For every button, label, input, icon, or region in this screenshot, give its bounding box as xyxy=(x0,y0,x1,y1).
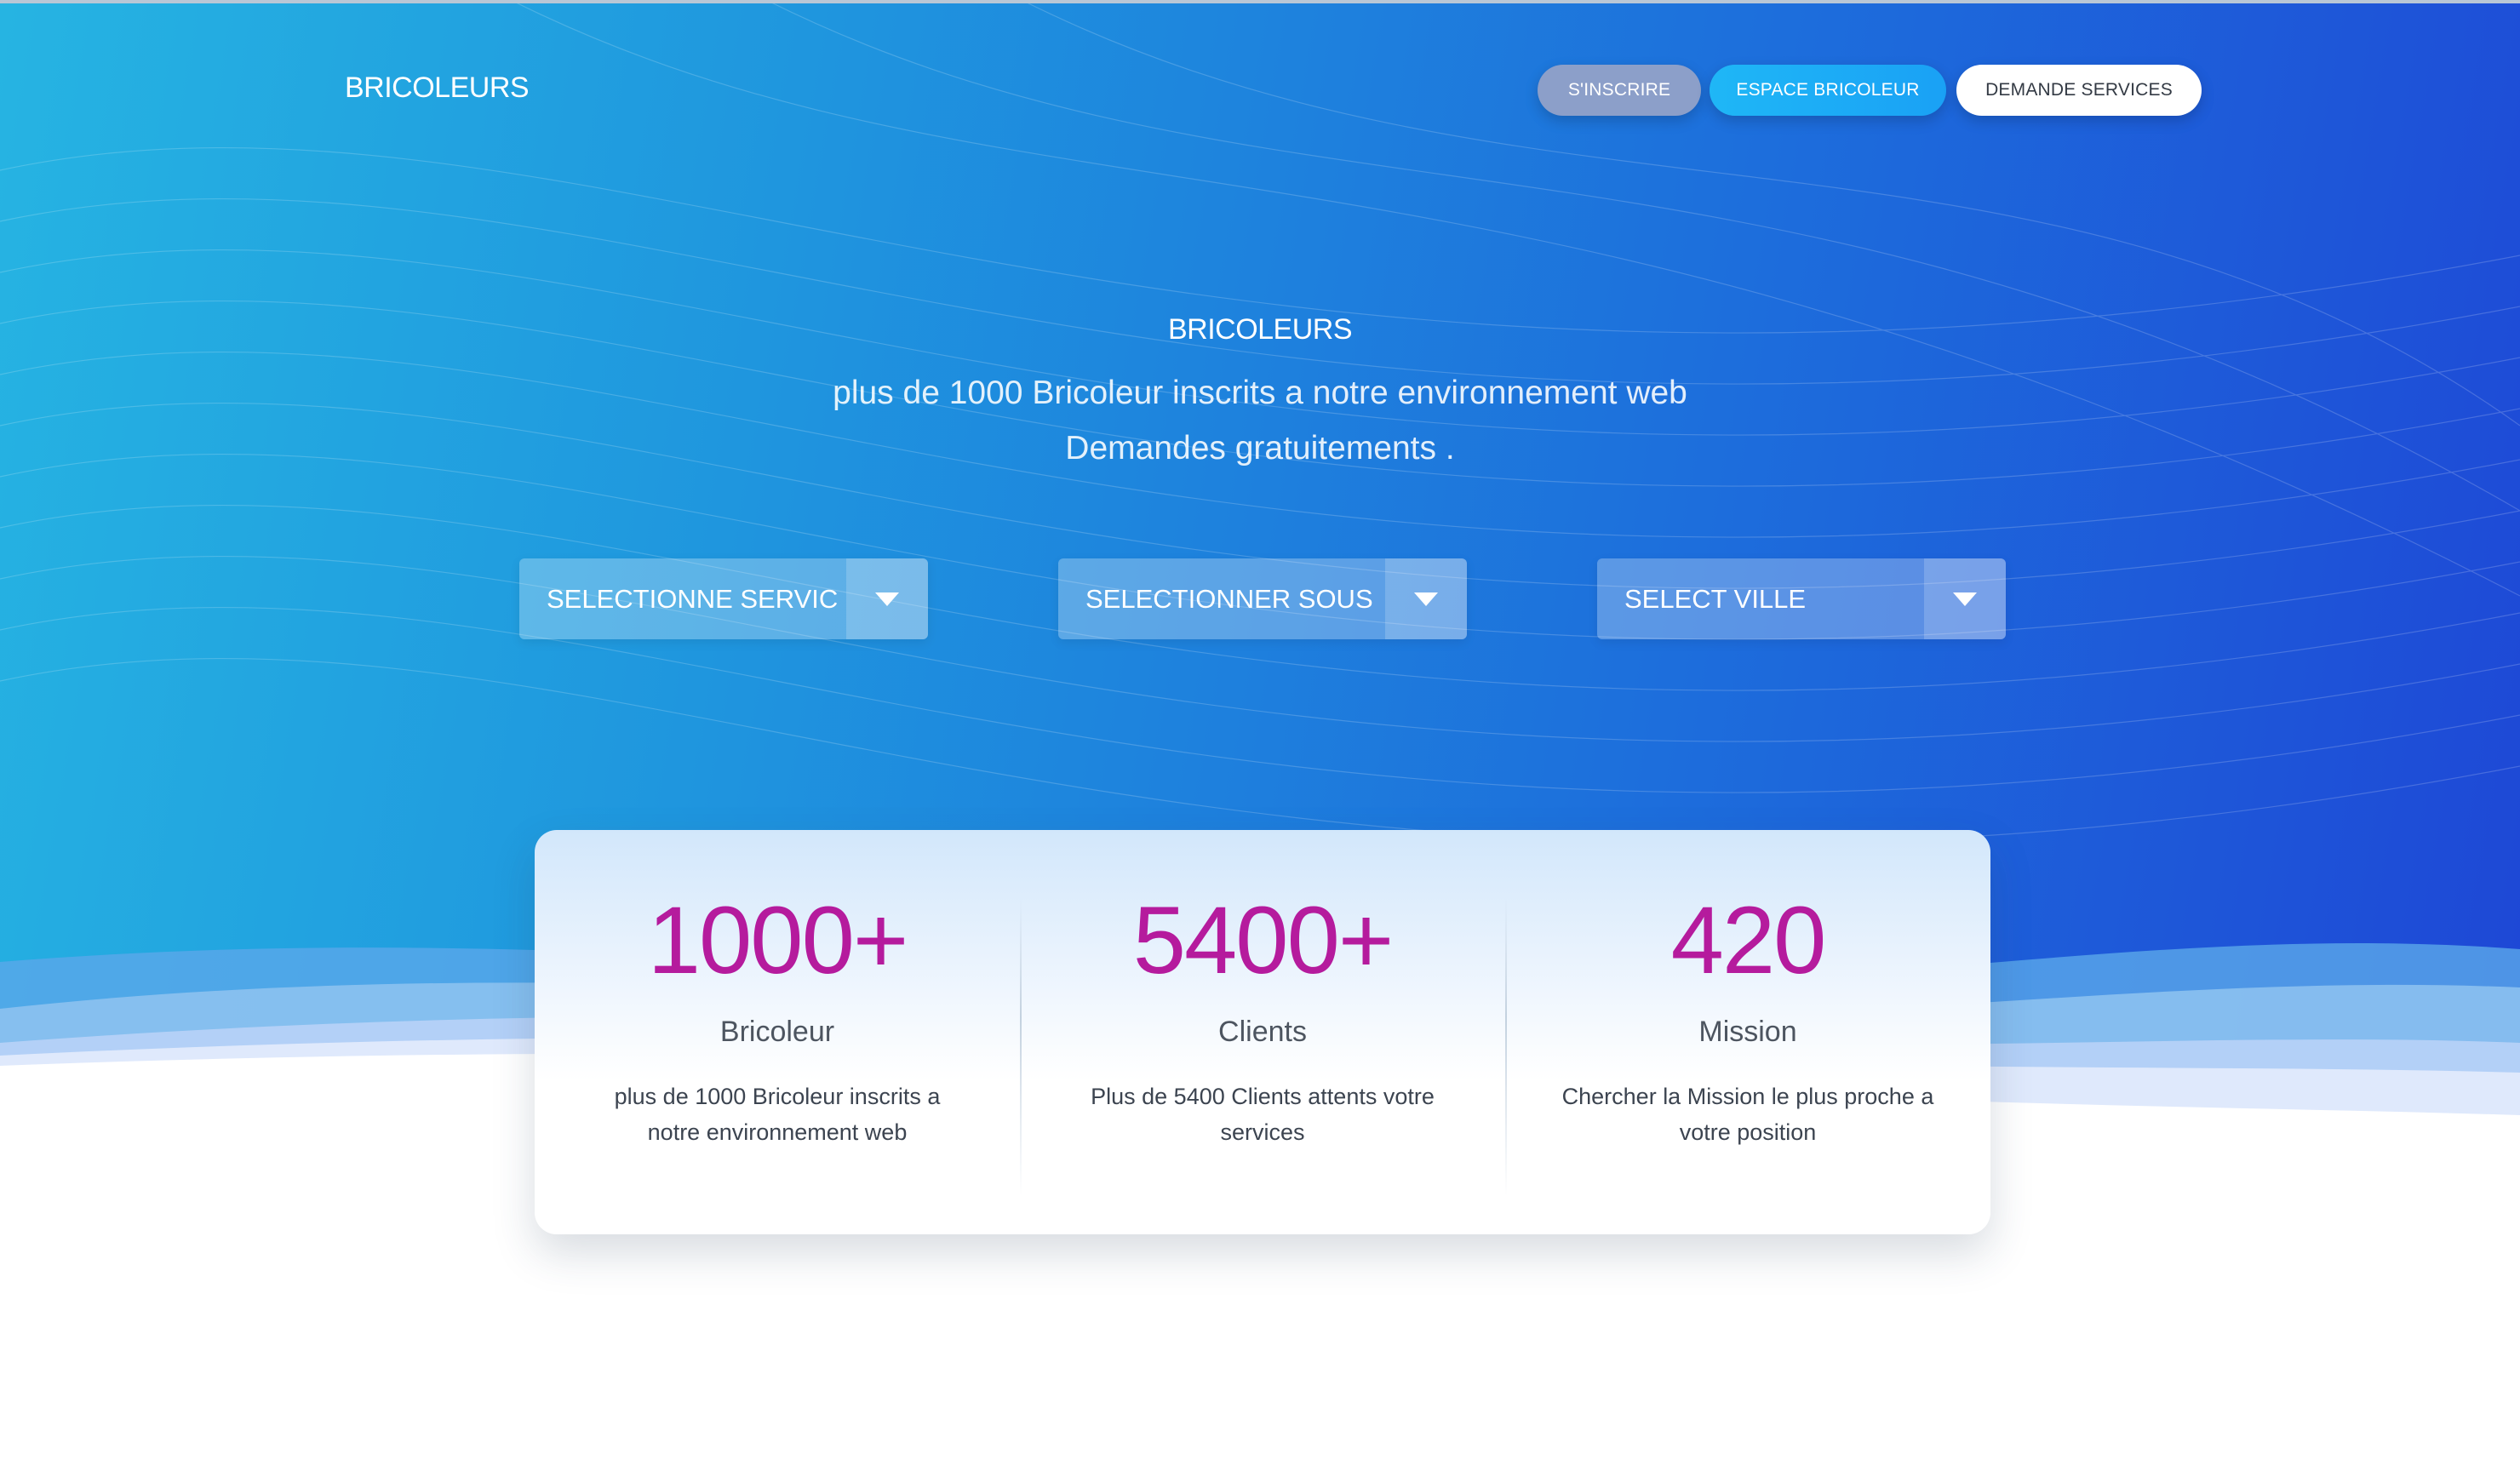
chevron-down-icon xyxy=(875,592,899,606)
brand-logo[interactable]: BRICOLEURS xyxy=(345,72,530,105)
service-select-label: SELECTIONNE SERVIC xyxy=(547,584,839,614)
stat-bricoleur: 1000+ Bricoleur plus de 1000 Bricoleur i… xyxy=(535,830,1020,1234)
stat-clients: 5400+ Clients Plus de 5400 Clients atten… xyxy=(1020,830,1505,1234)
stat-mission: 420 Mission Chercher la Mission le plus … xyxy=(1505,830,1990,1234)
stat-description: Plus de 5400 Clients attents votre servi… xyxy=(1091,1084,1435,1145)
chevron-down-icon xyxy=(1414,592,1438,606)
hero-title: BRICOLEURS xyxy=(1167,313,1353,346)
chevron-down-icon xyxy=(1953,592,1977,606)
espace-bricoleur-button[interactable]: ESPACE BRICOLEUR xyxy=(1710,65,1946,116)
page: BRICOLEURS S'INSCRIRE ESPACE BRICOLEUR D… xyxy=(0,0,2520,1471)
stat-label: Bricoleur xyxy=(719,1016,835,1048)
service-select-toggle[interactable] xyxy=(846,558,928,639)
stat-label: Mission xyxy=(1698,1016,1797,1048)
ville-select-label: SELECT VILLE xyxy=(1624,584,1807,614)
signup-button[interactable]: S'INSCRIRE xyxy=(1538,65,1701,116)
stat-value: 1000+ xyxy=(647,887,909,993)
sous-service-select[interactable]: SELECTIONNER SOUS xyxy=(1058,558,1467,639)
stats-card: 1000+ Bricoleur plus de 1000 Bricoleur i… xyxy=(535,830,1990,1234)
stat-description: plus de 1000 Bricoleur inscrits a notre … xyxy=(614,1084,941,1145)
sous-service-select-toggle[interactable] xyxy=(1385,558,1467,639)
demande-services-button[interactable]: DEMANDE SERVICES xyxy=(1956,65,2202,116)
top-border xyxy=(0,0,2520,3)
ville-select[interactable]: SELECT VILLE xyxy=(1597,558,2006,639)
stat-label: Clients xyxy=(1218,1016,1307,1048)
stat-description: Chercher la Mission le plus proche a vot… xyxy=(1561,1084,1934,1145)
stat-value: 420 xyxy=(1670,887,1827,993)
hero-subtitle-line2: Demandes gratuitements . xyxy=(1065,430,1455,466)
hero-subtitle-line1: plus de 1000 Bricoleur inscrits a notre … xyxy=(833,375,1687,411)
ville-select-toggle[interactable] xyxy=(1924,558,2006,639)
service-select[interactable]: SELECTIONNE SERVIC xyxy=(519,558,928,639)
sous-service-select-label: SELECTIONNER SOUS xyxy=(1085,584,1373,614)
stat-value: 5400+ xyxy=(1132,887,1395,993)
